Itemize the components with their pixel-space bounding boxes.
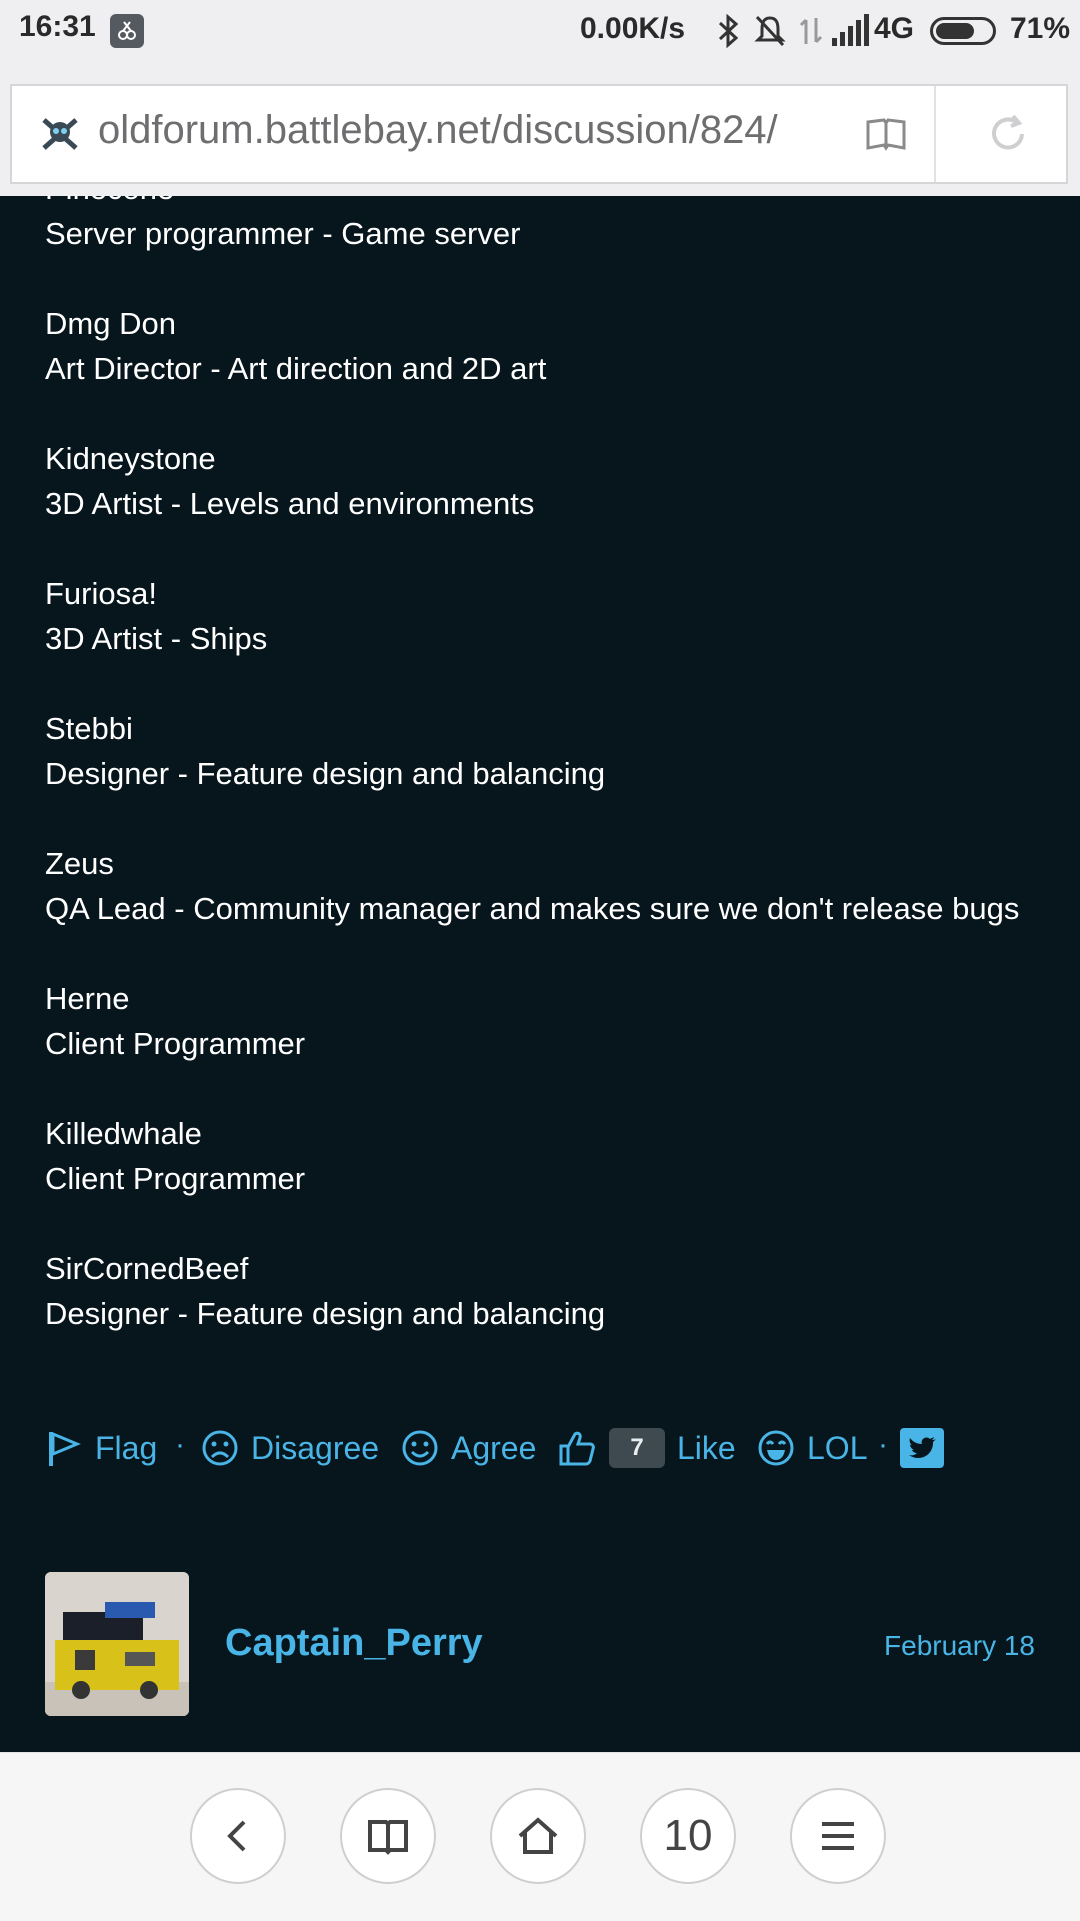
flag-button[interactable]: Flag (45, 1418, 157, 1478)
team-member-name: Kidneystone (45, 441, 216, 476)
avatar[interactable] (45, 1572, 189, 1716)
team-entry: Killedwhale Client Programmer (45, 1111, 1035, 1201)
lol-button[interactable]: LOL (757, 1418, 867, 1478)
comment-header: Captain_Perry February 18 (45, 1572, 1035, 1716)
status-bar: 16:31 0.00K/s 4G 71% (0, 0, 1080, 72)
team-member-name: Dmg Don (45, 306, 176, 341)
team-role: 3D Artist - Ships (45, 621, 268, 656)
book-icon (368, 1820, 408, 1855)
agree-label: Agree (451, 1429, 537, 1466)
team-member-name: Herne (45, 981, 130, 1016)
team-role: 3D Artist - Levels and environments (45, 486, 535, 521)
reload-icon[interactable] (986, 112, 1030, 161)
menu-button[interactable] (790, 1788, 886, 1884)
team-entry: Dmg Don Art Director - Art direction and… (45, 301, 1035, 391)
bell-muted-icon (754, 14, 786, 53)
cut-off-text: Pinecone (45, 196, 174, 211)
twitter-share-button[interactable] (900, 1428, 944, 1468)
like-count-badge: 7 (609, 1428, 665, 1468)
battery-icon (930, 17, 996, 45)
home-button[interactable] (490, 1788, 586, 1884)
bottom-navigation: 10 (0, 1752, 1080, 1921)
twitter-icon (909, 1437, 936, 1458)
divider (934, 86, 936, 182)
team-role: Server programmer - Game server (45, 216, 521, 251)
reaction-bar: Flag · Disagree Agree 7 Like LOL · (45, 1418, 1045, 1478)
comment-username[interactable]: Captain_Perry (225, 1622, 483, 1665)
lol-label: LOL (807, 1429, 868, 1466)
team-role: Client Programmer (45, 1026, 306, 1061)
team-role: Designer - Feature design and balancing (45, 1296, 606, 1331)
team-role: Art Director - Art direction and 2D art (45, 351, 547, 386)
frown-icon (202, 1430, 238, 1466)
thumbs-up-icon (559, 1431, 595, 1466)
notification-app-icon (110, 14, 144, 48)
smile-icon (402, 1430, 438, 1466)
like-label: Like (677, 1429, 736, 1466)
browser-toolbar: oldforum.battlebay.net/discussion/824/ (0, 72, 1080, 196)
network-speed: 0.00K/s (580, 12, 686, 45)
separator: · (175, 1428, 185, 1461)
tabs-button[interactable]: 10 (640, 1788, 736, 1884)
clock: 16:31 (19, 10, 96, 43)
team-entry: Furiosa! 3D Artist - Ships (45, 571, 1035, 661)
discussion-content: Pinecone Server programmer - Game server… (0, 196, 1080, 1752)
team-entry: Herne Client Programmer (45, 976, 1035, 1066)
team-entry: Server programmer - Game server (45, 211, 1035, 256)
team-member-name: Killedwhale (45, 1116, 202, 1151)
data-transfer-icon (798, 14, 824, 53)
team-member-name: Zeus (45, 846, 114, 881)
url-text[interactable]: oldforum.battlebay.net/discussion/824/ (98, 108, 828, 153)
bookmarks-button[interactable] (340, 1788, 436, 1884)
comment-date[interactable]: February 18 (884, 1630, 1035, 1662)
bluetooth-icon (716, 13, 742, 53)
tab-count: 10 (663, 1811, 713, 1860)
signal-icon (830, 14, 870, 53)
network-type: 4G (874, 12, 915, 45)
team-member-name: Stebbi (45, 711, 133, 746)
like-button[interactable]: 7 Like (557, 1418, 736, 1478)
team-role: Client Programmer (45, 1161, 306, 1196)
home-icon (518, 1817, 558, 1854)
flag-icon (49, 1431, 81, 1466)
address-bar[interactable]: oldforum.battlebay.net/discussion/824/ (10, 84, 1068, 184)
team-member-name: SirCornedBeef (45, 1251, 249, 1286)
laughing-icon (758, 1430, 794, 1466)
battery-fill (936, 23, 974, 39)
flag-label: Flag (95, 1429, 158, 1466)
team-entry: Stebbi Designer - Feature design and bal… (45, 706, 1035, 796)
team-role: Designer - Feature design and balancing (45, 756, 606, 791)
team-role: QA Lead - Community manager and makes su… (45, 891, 1020, 926)
team-entry: Zeus QA Lead - Community manager and mak… (45, 841, 1035, 931)
team-member-name: Furiosa! (45, 576, 157, 611)
hamburger-menu-icon (822, 1822, 854, 1850)
disagree-label: Disagree (251, 1429, 380, 1466)
chevron-left-icon (227, 1820, 246, 1852)
disagree-button[interactable]: Disagree (201, 1418, 379, 1478)
site-favicon-icon (40, 116, 80, 157)
separator: · (878, 1428, 888, 1461)
battery-percent: 71% (1010, 12, 1071, 45)
reader-mode-icon[interactable] (864, 112, 908, 161)
team-entry: Kidneystone 3D Artist - Levels and envir… (45, 436, 1035, 526)
agree-button[interactable]: Agree (401, 1418, 536, 1478)
post-body: Server programmer - Game server Dmg Don … (45, 211, 1035, 1381)
back-button[interactable] (190, 1788, 286, 1884)
team-entry: SirCornedBeef Designer - Feature design … (45, 1246, 1035, 1336)
